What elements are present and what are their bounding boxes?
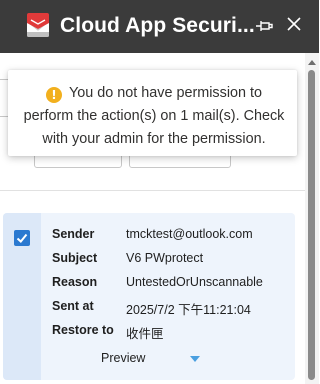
sender-label: Sender [52,227,95,241]
title-bar: Cloud App Securi... [0,0,319,53]
subject-label: Subject [52,251,98,265]
warning-icon: ! [45,87,62,103]
toast-text: You do not have permission to perform th… [23,85,285,147]
chevron-down-icon [190,356,200,362]
pin-icon[interactable] [254,16,274,36]
select-checkbox[interactable] [14,230,30,246]
reason-label: Reason [52,275,98,289]
sent-at-value: 2025/7/2 下午11:21:04 [126,303,251,317]
toast-message: ! You do not have permission to perform t… [20,82,288,151]
sent-at-label: Sent at [52,299,94,313]
restore-to-value: 收件匣 [126,327,164,341]
sender-value: tmcktest@outlook.com [126,227,253,241]
preview-toggle[interactable]: Preview [98,349,218,369]
close-icon[interactable] [286,16,302,32]
preview-label: Preview [101,351,146,365]
reason-value: UntestedOrUnscannable [126,275,263,289]
scrollbar-thumb[interactable] [308,70,315,380]
app-title: Cloud App Securi... [60,14,255,37]
mail-item-card[interactable]: Sender tmcktest@outlook.com Subject V6 P… [3,213,295,380]
permission-warning-toast: ! You do not have permission to perform t… [8,70,297,156]
subject-value: V6 PWprotect [126,251,204,265]
restore-to-label: Restore to [52,323,114,337]
scroll-up-arrow-icon[interactable] [307,58,317,66]
mail-security-icon [27,13,49,37]
divider [0,190,305,191]
